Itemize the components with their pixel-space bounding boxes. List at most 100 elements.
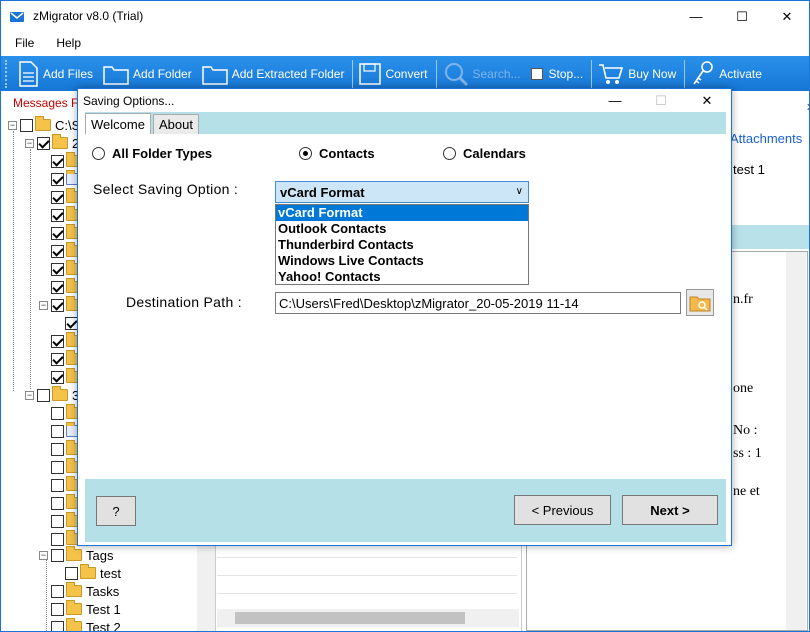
tree-checkbox[interactable] xyxy=(51,620,64,631)
saving-options-dialog: Saving Options... — ☐ ✕ Welcome About Al… xyxy=(77,88,732,546)
preview-body-line: ne et xyxy=(733,484,760,499)
grid-row-line xyxy=(217,557,517,558)
tree-checkbox[interactable] xyxy=(37,136,50,150)
dialog-minimize-button[interactable]: — xyxy=(592,89,638,112)
toolbar-grip xyxy=(5,59,13,88)
dropdown-option-windows-live-contacts[interactable]: Windows Live Contacts xyxy=(276,253,528,269)
radio-contacts[interactable]: Contacts xyxy=(299,146,375,161)
dropdown-option-vcard[interactable]: vCard Format xyxy=(276,205,528,221)
tree-checkbox[interactable] xyxy=(51,424,64,438)
tree-checkbox[interactable] xyxy=(51,460,64,474)
window-title: zMigrator v8.0 (Trial) xyxy=(33,9,144,23)
preview-scrollbar[interactable] xyxy=(786,252,806,630)
tree-checkbox[interactable] xyxy=(20,118,33,132)
destination-path-input[interactable]: C:\Users\Fred\Desktop\zMigrator_20-05-20… xyxy=(275,292,681,314)
dialog-close-button[interactable]: ✕ xyxy=(684,89,730,112)
tree-checkbox[interactable] xyxy=(51,406,64,420)
activate-label: Activate xyxy=(719,66,762,81)
toolbar-separator xyxy=(352,59,354,88)
tree-node-tasks[interactable]: Tasks xyxy=(51,582,119,600)
toolbar-separator xyxy=(684,59,686,88)
tree-checkbox[interactable] xyxy=(51,602,64,616)
tree-checkbox[interactable] xyxy=(51,496,64,510)
tree-checkbox[interactable] xyxy=(51,442,64,456)
tree-checkbox[interactable] xyxy=(37,388,50,402)
saving-option-dropdown: vCard Format Outlook Contacts Thunderbir… xyxy=(275,204,529,285)
tree-checkbox[interactable] xyxy=(65,566,78,580)
tree-checkbox[interactable] xyxy=(51,334,64,348)
menu-file[interactable]: File xyxy=(7,36,42,50)
dropdown-option-outlook-contacts[interactable]: Outlook Contacts xyxy=(276,221,528,237)
next-button[interactable]: Next > xyxy=(622,495,718,525)
tree-checkbox[interactable] xyxy=(51,190,64,204)
menu-help[interactable]: Help xyxy=(48,36,89,50)
tree-checkbox[interactable] xyxy=(51,280,64,294)
tree-node-2[interactable]: − 2. xyxy=(25,134,83,152)
previous-button[interactable]: < Previous xyxy=(514,495,611,525)
message-list-hscrollbar[interactable] xyxy=(217,609,519,627)
tree-node-label: Test 1 xyxy=(86,601,121,617)
tree-checkbox[interactable] xyxy=(51,208,64,222)
search-icon xyxy=(444,62,468,86)
search-button[interactable]: Search... xyxy=(439,56,527,91)
collapse-icon[interactable]: − xyxy=(8,120,17,130)
collapse-icon[interactable]: − xyxy=(39,550,48,560)
file-icon xyxy=(19,60,38,87)
add-extracted-folder-button[interactable]: Add Extracted Folder xyxy=(198,56,351,91)
buy-now-button[interactable]: Buy Now xyxy=(594,56,682,91)
tab-about[interactable]: About xyxy=(153,114,199,134)
add-folder-button[interactable]: Add Folder xyxy=(99,56,198,91)
tree-checkbox[interactable] xyxy=(51,154,64,168)
tree-checkbox[interactable] xyxy=(51,370,64,384)
folder-icon xyxy=(35,116,51,131)
dialog-maximize-button[interactable]: ☐ xyxy=(638,89,684,112)
tree-checkbox[interactable] xyxy=(51,298,64,312)
tree-node-test[interactable]: test xyxy=(65,564,121,582)
tree-checkbox[interactable] xyxy=(51,244,64,258)
tree-node-test1[interactable]: Test 1 xyxy=(51,600,121,618)
close-button[interactable]: ✕ xyxy=(764,1,809,32)
add-files-button[interactable]: Add Files xyxy=(13,56,99,91)
tree-checkbox[interactable] xyxy=(51,262,64,276)
radio-indicator[interactable] xyxy=(299,147,312,160)
close-icon[interactable]: ✕ xyxy=(806,101,809,114)
tree-checkbox[interactable] xyxy=(51,514,64,528)
tree-checkbox[interactable] xyxy=(51,478,64,492)
saving-option-select[interactable]: vCard Format ∨ xyxy=(275,181,529,203)
tree-checkbox[interactable] xyxy=(51,352,64,366)
convert-button[interactable]: Convert xyxy=(355,56,433,91)
help-button[interactable]: ? xyxy=(96,496,136,526)
tree-checkbox[interactable] xyxy=(51,226,64,240)
stop-button[interactable]: Stop... xyxy=(527,56,590,91)
tree-checkbox[interactable] xyxy=(51,584,64,598)
tree-checkbox[interactable] xyxy=(51,548,64,562)
folder-icon xyxy=(80,564,96,579)
tab-welcome[interactable]: Welcome xyxy=(85,113,151,134)
preview-body-line: one xyxy=(733,381,754,396)
dropdown-option-yahoo-contacts[interactable]: Yahoo! Contacts xyxy=(276,269,528,285)
collapse-icon[interactable]: − xyxy=(39,300,48,310)
collapse-icon[interactable]: − xyxy=(25,138,34,148)
tree-node-tags[interactable]: − Tags xyxy=(39,546,113,564)
dialog-tab-strip: Welcome About xyxy=(85,112,726,134)
tree-checkbox[interactable] xyxy=(51,532,64,546)
radio-all-folder-types[interactable]: All Folder Types xyxy=(92,146,212,161)
attachments-link[interactable]: Attachments xyxy=(730,131,802,146)
tree-node-root[interactable]: − C:\S xyxy=(8,116,80,134)
folder-icon xyxy=(66,546,82,561)
minimize-button[interactable]: — xyxy=(673,1,719,32)
tree-node-test2[interactable]: Test 2 xyxy=(51,618,121,631)
maximize-button[interactable]: ☐ xyxy=(719,1,765,32)
preview-body-line: No : xyxy=(733,423,758,438)
dropdown-option-thunderbird-contacts[interactable]: Thunderbird Contacts xyxy=(276,237,528,253)
radio-indicator[interactable] xyxy=(443,147,456,160)
scroll-thumb[interactable] xyxy=(235,612,465,624)
dialog-title: Saving Options... xyxy=(83,94,175,108)
radio-indicator[interactable] xyxy=(92,147,105,160)
tree-checkbox[interactable] xyxy=(51,172,64,186)
tree-node-3[interactable]: − 3. xyxy=(25,386,83,404)
collapse-icon[interactable]: − xyxy=(25,390,34,400)
browse-folder-button[interactable] xyxy=(686,289,714,316)
radio-calendars[interactable]: Calendars xyxy=(443,146,526,161)
activate-button[interactable]: Activate xyxy=(687,56,768,91)
